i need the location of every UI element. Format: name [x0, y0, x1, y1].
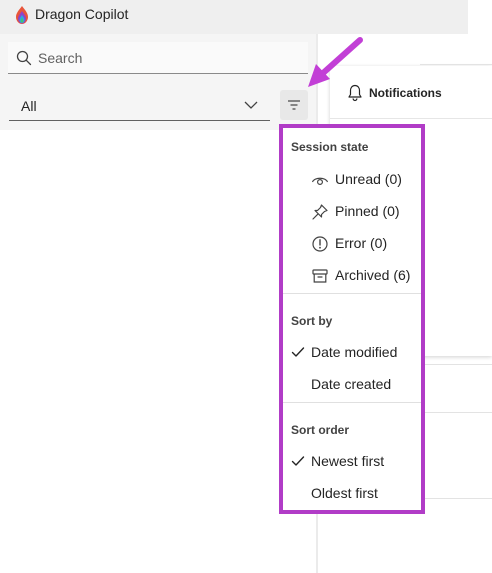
menu-item-label: Archived (6): [335, 267, 411, 283]
filter-dropdown-menu: Session state Unread (0) Pinned (0) Erro…: [279, 124, 425, 514]
menu-item-label: Newest first: [311, 453, 385, 469]
notifications-separator: [330, 118, 492, 119]
pin-icon: [312, 204, 328, 220]
app-header: Dragon Copilot: [0, 0, 468, 34]
session-filter-select[interactable]: All: [9, 90, 270, 121]
menu-item-archived[interactable]: Archived (6): [283, 260, 421, 290]
eye-icon: [311, 177, 329, 186]
menu-item-date-modified[interactable]: Date modified: [283, 337, 421, 367]
sort-order-heading: Sort order: [291, 423, 350, 437]
filter-options-button[interactable]: [280, 90, 308, 120]
checkmark-icon: [291, 456, 305, 466]
menu-item-label: Pinned (0): [335, 203, 400, 219]
menu-item-label: Date created: [311, 376, 392, 392]
menu-divider: [283, 402, 421, 403]
session-state-heading: Session state: [291, 140, 369, 154]
search-input[interactable]: [38, 48, 298, 68]
filter-selected-value: All: [21, 98, 37, 114]
menu-item-label: Error (0): [335, 235, 388, 251]
menu-item-pinned[interactable]: Pinned (0): [283, 196, 421, 226]
pane-row-line: [420, 412, 492, 413]
menu-item-label: Unread (0): [335, 171, 402, 187]
menu-item-label: Oldest first: [311, 485, 378, 501]
menu-item-date-created[interactable]: Date created: [283, 369, 421, 399]
dragon-copilot-logo-icon: [16, 6, 28, 24]
chevron-down-icon: [244, 101, 258, 109]
menu-divider: [283, 293, 421, 294]
menu-item-oldest-first[interactable]: Oldest first: [283, 478, 421, 508]
sort-by-heading: Sort by: [291, 314, 333, 328]
menu-item-unread[interactable]: Unread (0): [283, 164, 421, 194]
filter-icon: [288, 100, 300, 110]
pane-row-line: [420, 498, 492, 499]
search-icon: [16, 50, 32, 66]
app-title: Dragon Copilot: [35, 6, 129, 22]
checkmark-icon: [291, 347, 305, 357]
menu-item-label: Date modified: [311, 344, 398, 360]
search-box[interactable]: [8, 42, 308, 74]
menu-item-error[interactable]: Error (0): [283, 228, 421, 258]
menu-item-newest-first[interactable]: Newest first: [283, 446, 421, 476]
pane-row-line: [420, 64, 492, 65]
archive-icon: [312, 269, 328, 283]
annotation-arrow-icon: [308, 37, 363, 87]
error-icon: [312, 236, 328, 252]
notifications-title: Notifications: [369, 86, 442, 100]
session-list-panel: All: [0, 34, 316, 130]
pane-row-line: [420, 364, 492, 365]
